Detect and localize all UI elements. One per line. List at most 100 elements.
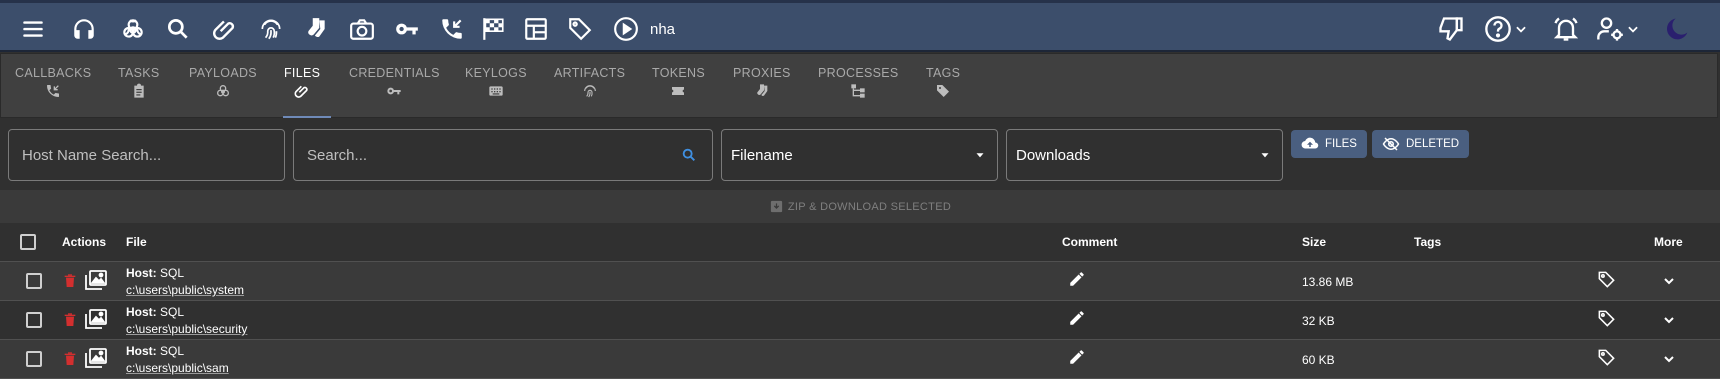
table-row[interactable]: Host: SQL c:\users\public\system 13.86 M… [0, 262, 1720, 301]
tab-processes[interactable]: PROCESSES [818, 66, 899, 99]
phone-callback-icon[interactable] [436, 13, 468, 45]
help-menu-button[interactable] [1484, 13, 1528, 45]
image-preview-icon[interactable] [83, 307, 109, 331]
socks-icon[interactable] [300, 13, 332, 45]
expand-more-icon[interactable] [1661, 312, 1677, 328]
select-all-checkbox[interactable] [20, 234, 36, 250]
key-icon [387, 87, 402, 95]
search-field-select[interactable]: Filename [721, 129, 998, 181]
sitemap-icon [851, 84, 865, 98]
chevron-down-icon [1628, 26, 1638, 33]
tab-label: PROCESSES [818, 66, 899, 80]
host-search-placeholder: Host Name Search... [22, 146, 162, 164]
search-input[interactable]: Search... [293, 129, 713, 181]
play-circle-icon[interactable] [610, 13, 642, 45]
table-row[interactable]: Host: SQL c:\users\public\security 32 KB [0, 301, 1720, 340]
thumb-down-icon[interactable] [1437, 13, 1465, 45]
host-value: SQL [160, 266, 185, 280]
image-preview-icon[interactable] [83, 268, 109, 292]
table-icon[interactable] [520, 13, 552, 45]
ticket-icon [672, 87, 685, 95]
tab-label: TAGS [926, 66, 961, 80]
host-prefix: Host: [126, 305, 157, 319]
moon-icon[interactable] [1664, 13, 1692, 45]
host-name-search-input[interactable]: Host Name Search... [8, 129, 285, 181]
user-settings-icon [1597, 17, 1623, 41]
row-checkbox[interactable] [26, 351, 42, 367]
user-settings-menu-button[interactable] [1596, 13, 1640, 45]
dropdown-arrow-icon [1261, 153, 1269, 158]
file-path-link[interactable]: c:\users\public\system [126, 283, 244, 297]
archive-download-icon [770, 200, 783, 213]
chevron-down-icon [1516, 26, 1526, 33]
edit-comment-icon[interactable] [1068, 270, 1086, 288]
dropdown-arrow-icon [976, 153, 984, 158]
expand-more-icon[interactable] [1661, 351, 1677, 367]
key-icon[interactable] [391, 13, 423, 45]
tab-label: KEYLOGS [465, 66, 527, 80]
edit-comment-icon[interactable] [1068, 309, 1086, 327]
phone-callback-icon [47, 85, 60, 97]
headphones-icon[interactable] [68, 13, 100, 45]
edit-comment-icon[interactable] [1068, 348, 1086, 366]
file-path-link[interactable]: c:\users\public\security [126, 322, 247, 336]
search-field-value: Filename [731, 146, 793, 164]
row-checkbox[interactable] [26, 312, 42, 328]
tab-label: ARTIFACTS [554, 66, 626, 80]
biohazard-icon [216, 85, 229, 97]
tag-icon[interactable] [1597, 348, 1616, 367]
tag-icon[interactable] [1597, 270, 1616, 289]
tab-payloads[interactable]: PAYLOADS [189, 66, 257, 99]
row-checkbox[interactable] [26, 273, 42, 289]
tab-tags[interactable]: TAGS [926, 66, 960, 99]
tab-label: TOKENS [652, 66, 705, 80]
show-deleted-button[interactable]: DELETED [1372, 130, 1470, 158]
search-icon[interactable] [162, 13, 194, 45]
tab-label: CREDENTIALS [349, 66, 440, 80]
fingerprint-icon[interactable] [255, 13, 287, 45]
file-size: 32 KB [1302, 314, 1335, 328]
col-more: More [1654, 235, 1683, 249]
tabs-panel: CALLBACKS TASKS PAYLOADS FILES CREDENTIA… [0, 53, 1718, 118]
tab-proxies[interactable]: PROXIES [733, 66, 791, 99]
camera-icon[interactable] [346, 13, 378, 45]
search-icon [682, 148, 695, 161]
file-size: 60 KB [1302, 353, 1335, 367]
tab-credentials[interactable]: CREDENTIALS [349, 66, 440, 99]
tab-artifacts[interactable]: ARTIFACTS [554, 66, 625, 99]
table-row[interactable]: Host: SQL c:\users\public\sam 60 KB [0, 340, 1720, 379]
delete-icon[interactable] [62, 349, 78, 369]
file-type-select[interactable]: Downloads [1006, 129, 1283, 181]
host-prefix: Host: [126, 266, 157, 280]
delete-icon[interactable] [62, 271, 78, 291]
tag-icon[interactable] [1597, 309, 1616, 328]
paperclip-icon[interactable] [209, 13, 241, 45]
active-tab-indicator [283, 116, 331, 118]
tab-label: TASKS [118, 66, 160, 80]
top-app-bar: nha [0, 0, 1720, 52]
zip-download-label: ZIP & DOWNLOAD SELECTED [787, 200, 952, 213]
tab-keylogs[interactable]: KEYLOGS [465, 66, 527, 99]
file-host: Host: SQL [126, 305, 184, 319]
tab-tokens[interactable]: TOKENS [652, 66, 705, 99]
delete-icon[interactable] [62, 310, 78, 330]
upload-files-button[interactable]: FILES [1291, 130, 1367, 158]
tab-tasks[interactable]: TASKS [118, 66, 160, 99]
tab-callbacks[interactable]: CALLBACKS [15, 66, 91, 99]
menu-icon[interactable] [17, 13, 49, 45]
checkered-flag-icon[interactable] [477, 13, 509, 45]
image-preview-icon[interactable] [83, 346, 109, 370]
host-value: SQL [160, 305, 185, 319]
col-tags: Tags [1414, 235, 1442, 249]
tag-icon[interactable] [564, 13, 596, 45]
alarm-bell-icon[interactable] [1552, 13, 1580, 45]
file-type-value: Downloads [1016, 146, 1091, 164]
zip-download-selected-button[interactable]: ZIP & DOWNLOAD SELECTED [0, 190, 1720, 223]
col-comment: Comment [1062, 235, 1118, 249]
fingerprint-icon [583, 85, 596, 98]
host-value: SQL [160, 344, 185, 358]
file-path-link[interactable]: c:\users\public\sam [126, 361, 229, 375]
biohazard-icon[interactable] [117, 13, 149, 45]
tab-files[interactable]: FILES [284, 66, 320, 99]
expand-more-icon[interactable] [1661, 273, 1677, 289]
